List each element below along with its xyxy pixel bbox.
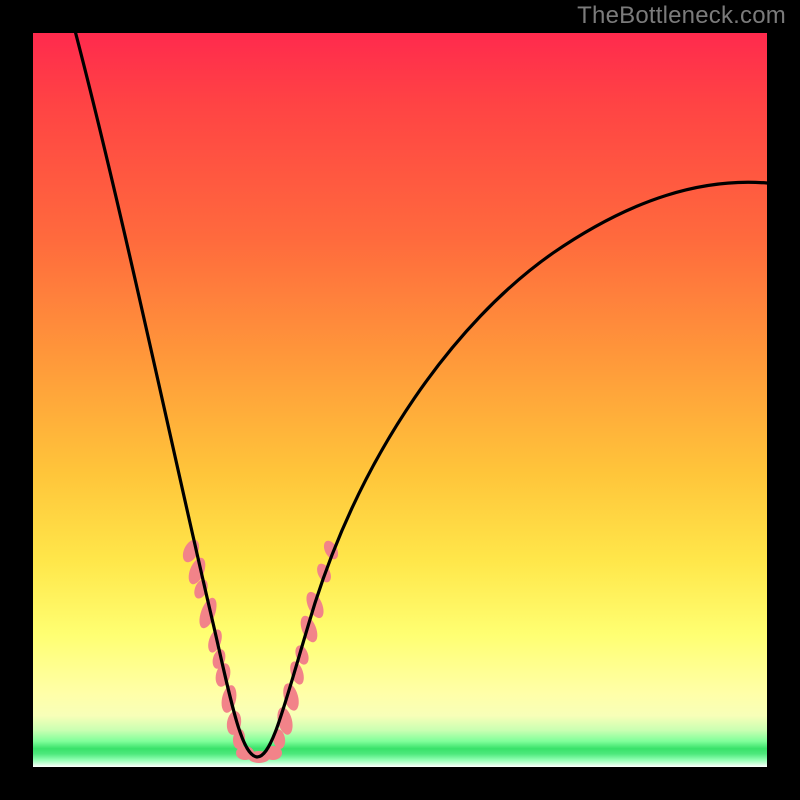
bottleneck-curve — [73, 33, 767, 757]
plot-area — [33, 33, 767, 767]
chart-frame: TheBottleneck.com — [0, 0, 800, 800]
chart-svg — [33, 33, 767, 767]
watermark-text: TheBottleneck.com — [577, 2, 786, 30]
blob-group — [180, 537, 341, 763]
